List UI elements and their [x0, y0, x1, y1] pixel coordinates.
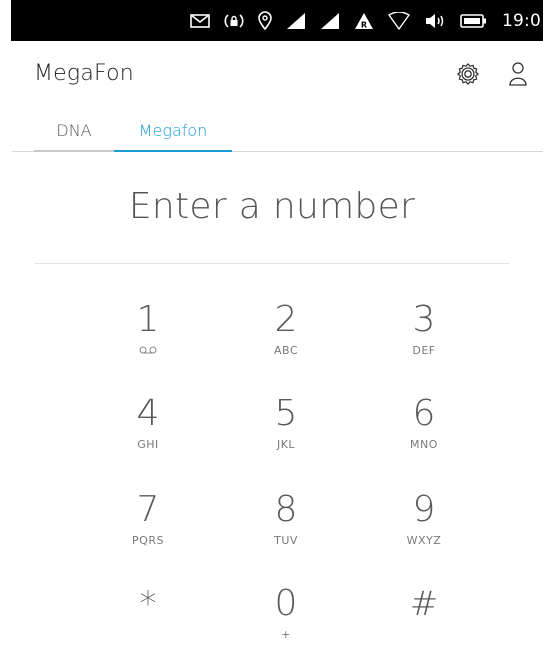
key-letters: GHI	[137, 437, 159, 451]
key-letters: WXYZ	[406, 533, 442, 547]
tab-dna[interactable]: DNA	[34, 109, 114, 152]
key-digit: 3	[412, 299, 436, 340]
key-digit: #	[409, 584, 439, 624]
key-digit: 0	[274, 583, 298, 624]
key-letters: DEF	[412, 343, 436, 357]
key-digit: *	[139, 584, 157, 624]
key-6[interactable]: 6 MNO	[354, 390, 494, 480]
key-digit: 5	[274, 393, 298, 434]
settings-icon	[457, 63, 479, 85]
svg-text:R: R	[361, 20, 367, 29]
key-letters: JKL	[276, 437, 296, 451]
settings-button[interactable]	[453, 59, 483, 89]
alarm-lock-icon	[224, 0, 244, 41]
key-digit: 8	[274, 489, 298, 530]
key-2[interactable]: 2 ABC	[216, 296, 356, 386]
key-4[interactable]: 4 GHI	[78, 390, 218, 480]
status-icons: R 19:0	[190, 0, 543, 41]
wifi-icon	[388, 0, 410, 41]
key-digit: 2	[274, 299, 298, 340]
key-1[interactable]: 1	[78, 296, 218, 386]
status-time: 19:0	[502, 10, 541, 31]
key-digit: 4	[136, 393, 160, 434]
status-bar: R 19:0	[11, 0, 543, 41]
contacts-button[interactable]	[503, 59, 533, 89]
key-5[interactable]: 5 JKL	[216, 390, 356, 480]
tab-megafon[interactable]: Megafon	[114, 109, 232, 152]
key-letters: TUV	[274, 533, 298, 547]
key-digit: 9	[412, 489, 436, 530]
key-digit: 6	[412, 393, 436, 434]
key-digit: 7	[136, 489, 160, 530]
key-letters: MNO	[410, 437, 438, 451]
key-7[interactable]: 7 PQRS	[78, 486, 218, 576]
roaming-signal-icon: R	[354, 0, 374, 41]
key-letters: PQRS	[132, 533, 164, 547]
key-hash[interactable]: #	[354, 580, 494, 650]
mail-icon	[190, 0, 210, 41]
phone-screen: R 19:0 MegaFon DNA Megafon Enter a numbe…	[0, 0, 543, 650]
number-entry-field[interactable]: Enter a number	[34, 178, 510, 264]
key-0[interactable]: 0 +	[216, 580, 356, 650]
voicemail-icon	[139, 342, 157, 358]
contacts-icon	[509, 62, 527, 86]
header-actions	[453, 59, 533, 89]
number-placeholder: Enter a number	[128, 186, 416, 227]
volume-icon	[424, 0, 446, 41]
app-title: MegaFon	[34, 61, 134, 86]
key-9[interactable]: 9 WXYZ	[354, 486, 494, 576]
app-header: MegaFon	[0, 41, 543, 109]
key-3[interactable]: 3 DEF	[354, 296, 494, 386]
key-letters: ABC	[273, 343, 299, 357]
key-star[interactable]: *	[78, 580, 218, 650]
key-letters: +	[281, 627, 291, 641]
battery-icon	[460, 0, 488, 41]
location-pin-icon	[258, 0, 272, 41]
sim-tabs: DNA Megafon	[12, 109, 543, 152]
key-digit: 1	[136, 299, 160, 340]
signal-icon	[320, 0, 340, 41]
key-8[interactable]: 8 TUV	[216, 486, 356, 576]
signal-icon	[286, 0, 306, 41]
